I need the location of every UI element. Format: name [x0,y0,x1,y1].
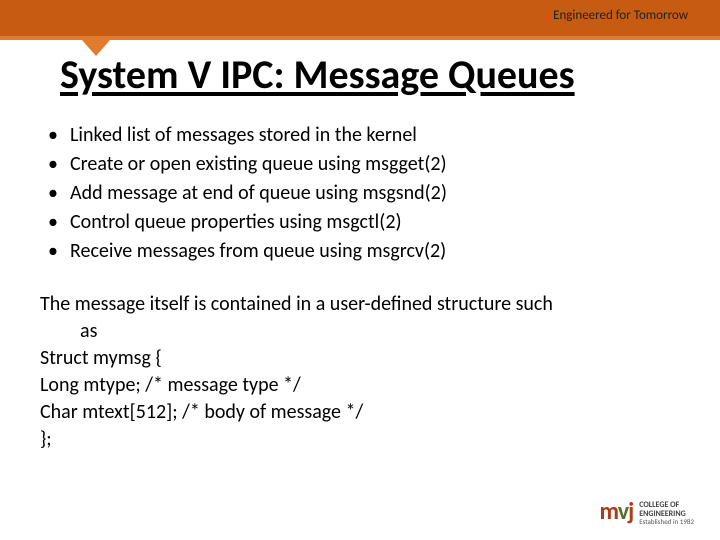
list-item: Create or open existing queue using msgg… [40,151,680,178]
logo-line: Established in 1982 [639,518,694,526]
list-item: Linked list of messages stored in the ke… [40,122,680,149]
para-line: The message itself is contained in a use… [40,291,680,318]
logo-letter: m [600,497,618,526]
body: Linked list of messages stored in the ke… [40,120,680,453]
code-line: Struct mymsg { [40,345,680,372]
page-title: System V IPC: Message Queues [60,50,680,99]
bullet-list: Linked list of messages stored in the ke… [40,122,680,265]
tagline: Engineered for Tomorrow [553,8,688,23]
slide: Engineered for Tomorrow System V IPC: Me… [0,0,720,540]
para-line: as [40,318,680,345]
code-line: Char mtext[512]; /* body of message */ [40,399,680,426]
logo: mvj COLLEGE OF ENGINEERING Established i… [600,497,694,526]
logo-letter: v [618,497,628,526]
code-line: }; [40,426,680,453]
paragraph: The message itself is contained in a use… [40,291,680,453]
code-line: Long mtype; /* message type */ [40,372,680,399]
list-item: Add message at end of queue using msgsnd… [40,180,680,207]
logo-letter: j [628,497,633,526]
logo-text: COLLEGE OF ENGINEERING Established in 19… [639,501,694,526]
list-item: Receive messages from queue using msgrcv… [40,238,680,265]
list-item: Control queue properties using msgctl(2) [40,209,680,236]
logo-mark: mvj [600,497,634,526]
